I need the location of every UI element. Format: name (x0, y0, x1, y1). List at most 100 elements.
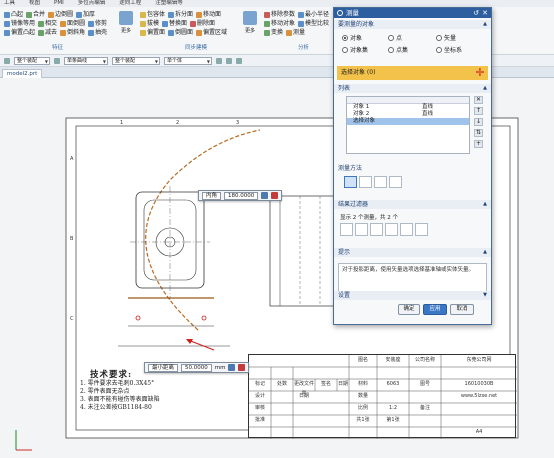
tb-value: 16010030B (464, 381, 494, 387)
chevron-up-icon: ▲ (483, 201, 487, 207)
method-screen-icon[interactable] (374, 176, 387, 188)
tb-label: 批准 (254, 417, 265, 423)
sheet-letter: B (70, 236, 74, 242)
angle-popup: 内角 180.0000 (198, 190, 283, 201)
technical-requirements: 技术要求: 1. 零件要求去毛刺0.3X45° 2. 零件表面无杂点 3. 表面… (80, 368, 160, 412)
angle-filter-icon[interactable] (355, 223, 368, 236)
calc-icon[interactable] (261, 192, 269, 199)
radio-dot (436, 46, 442, 53)
table-filter-icon[interactable] (415, 223, 428, 236)
chevron-down-icon: ▼ (483, 292, 487, 298)
calc-icon[interactable] (228, 364, 236, 371)
radio-csys[interactable]: 坐标系 (436, 45, 462, 54)
sheet-number: 1 (120, 120, 123, 126)
tb-label: 日期 (298, 393, 309, 399)
tb-label: 日期 (337, 381, 348, 387)
dialog-titlebar: 测量 ↺ ✕ (334, 8, 491, 18)
tb-label: 标记 (254, 381, 265, 387)
method-distance-icon[interactable] (344, 176, 357, 188)
tb-label: 数量 (357, 393, 368, 399)
tb-label: 备注 (419, 405, 430, 411)
add-icon[interactable]: + (474, 140, 483, 148)
radio-point-set[interactable]: 点集 (388, 45, 408, 54)
distance-type-combo[interactable]: 最小距离 (148, 363, 179, 372)
sheet-letter: C (70, 316, 74, 322)
distance-unit: mm (214, 364, 226, 371)
chevron-up-icon: ▲ (483, 249, 487, 255)
measure-type-icon[interactable] (271, 192, 279, 199)
tech-line: 3. 表面不能有碰伤等表面缺陷 (80, 396, 160, 403)
cancel-button[interactable]: 取消 (450, 304, 474, 315)
apply-button[interactable]: 应用 (423, 304, 447, 315)
radio-object-set[interactable]: 对象集 (342, 45, 368, 54)
area-filter-icon[interactable] (385, 223, 398, 236)
tb-label: 图号 (419, 381, 430, 387)
volume-filter-icon[interactable] (400, 223, 413, 236)
tb-label: 审核 (254, 405, 265, 411)
list-item-selected[interactable]: 选择对象 (347, 118, 469, 125)
sheet-letter: A (70, 156, 74, 162)
distance-value-field[interactable]: 50.0000 (181, 363, 212, 372)
filter-buttons (340, 223, 428, 236)
tb-value: 6063 (386, 381, 400, 387)
chevron-up-icon: ▲ (483, 85, 487, 91)
gear-icon[interactable] (337, 10, 343, 16)
list-item[interactable]: 对象 2 直线 (347, 111, 469, 118)
tb-label: 处数 (276, 381, 287, 387)
reset-icon[interactable]: ↺ (473, 8, 479, 18)
sheet-number: 3 (236, 120, 239, 126)
angle-value-field[interactable]: 180.0000 (224, 191, 259, 200)
radio-dot (388, 34, 394, 41)
tb-value: 共1张 (356, 417, 370, 423)
ok-button[interactable]: 确定 (398, 304, 420, 315)
tb-value: 第1张 (386, 417, 400, 423)
sheet-number: 2 (176, 120, 179, 126)
nx-window: 工具 视图 PMI 多位点编辑 逆向工程 注塑编辑等 凸起 合并 边倒圆 加厚 镜像等… (0, 0, 554, 458)
move-down-icon[interactable]: ↓ (474, 118, 483, 126)
list-item[interactable]: 对象 1 直线 (347, 104, 469, 111)
close-icon[interactable]: ✕ (482, 8, 488, 18)
results-text: 显示 2 个测量，共 2 个 (340, 215, 398, 221)
method-length-icon[interactable] (389, 176, 402, 188)
object-list: 对象 1 直线 对象 2 直线 选择对象 (346, 96, 470, 154)
title-block: 图名 安装座 公司名称 东莞公司网 标记 处数 更改文件号 签名 日期 材料 6… (248, 354, 517, 439)
section-results[interactable]: 结果过滤器 ▲ (334, 200, 491, 209)
measure-type-icon[interactable] (238, 364, 246, 371)
tb-value: 1:2 (388, 405, 398, 411)
section-settings[interactable]: 设置 ▼ (334, 291, 491, 300)
tech-line: 4. 未注公差按GB1184-80 (80, 404, 152, 411)
tb-label: 签名 (320, 381, 331, 387)
tb-label: 公司名称 (414, 357, 435, 363)
method-projected-icon[interactable] (359, 176, 372, 188)
radio-dot (342, 46, 348, 53)
method-label: 测量方法 (338, 165, 363, 172)
section-hint[interactable]: 提示 ▲ (334, 248, 491, 257)
distance-filter-icon[interactable] (340, 223, 353, 236)
tb-label: 图名 (357, 357, 368, 363)
radio-object[interactable]: 对象 (342, 33, 362, 42)
crosshair-icon[interactable]: ✛ (474, 67, 486, 79)
tech-line: 2. 零件表面无杂点 (80, 388, 130, 395)
vector-filter-icon[interactable] (370, 223, 383, 236)
radio-point[interactable]: 点 (388, 33, 402, 42)
select-object-bar[interactable]: 选择对象 (0) ✛ (337, 66, 488, 80)
section-objects[interactable]: 要测量的对象 ▲ (334, 20, 491, 29)
tb-value: www.5lzxe.net (460, 393, 498, 399)
tb-value: 东莞公司网 (466, 357, 492, 363)
angle-type-combo[interactable]: 内角 (202, 191, 222, 200)
move-up-icon[interactable]: ↑ (474, 107, 483, 115)
list-header (347, 97, 469, 104)
radio-dot (436, 34, 442, 41)
measure-dialog: 测量 ↺ ✕ 要测量的对象 ▲ 对象 点 矢量 对象集 点集 坐标系 选择对象 (… (333, 7, 492, 325)
tb-label: 设计 (254, 393, 265, 399)
delete-icon[interactable]: ✕ (474, 96, 483, 104)
section-list[interactable]: 列表 ▲ (334, 84, 491, 93)
radio-vector[interactable]: 矢量 (436, 33, 456, 42)
reorder-icon[interactable]: ⇅ (474, 129, 483, 137)
radio-dot (388, 46, 394, 53)
tb-value: A4 (475, 429, 483, 435)
method-buttons (344, 176, 402, 188)
chevron-up-icon: ▲ (483, 21, 487, 27)
tb-label: 材料 (357, 381, 368, 387)
distance-popup: 最小距离 50.0000 mm (144, 362, 250, 373)
